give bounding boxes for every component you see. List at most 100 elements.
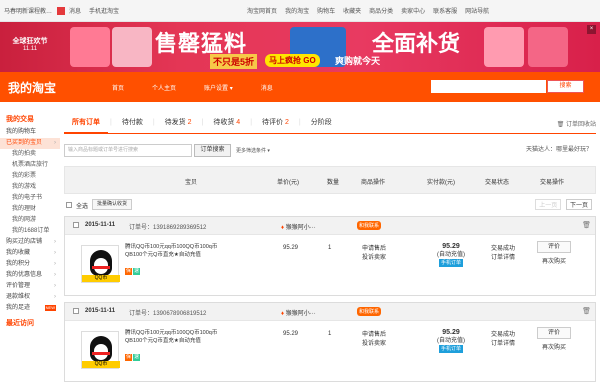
- topbar-categories[interactable]: 商品分类: [365, 6, 397, 15]
- sidebar-item[interactable]: 我的积分 ›: [0, 259, 60, 270]
- tab-pending-payment[interactable]: 待付款: [114, 112, 151, 134]
- shop-link[interactable]: ♦ 猴猴阿小···: [281, 222, 316, 231]
- order-date: 2015-11-11: [85, 222, 116, 228]
- tab-all-orders[interactable]: 所有订单: [64, 112, 108, 134]
- more-filters-link[interactable]: 更多筛选条件 ▾: [236, 147, 270, 154]
- next-page-button[interactable]: 下一页: [565, 199, 592, 210]
- quantity: 1: [328, 245, 332, 251]
- sidebar-item[interactable]: 退款维权 ›: [0, 292, 60, 303]
- banner-go-button[interactable]: 马上疯抢 GO: [265, 54, 320, 67]
- sidebar-item[interactable]: 我的优惠信息 ›: [0, 270, 60, 281]
- topbar-user[interactable]: 马春明新课程教…: [0, 6, 56, 15]
- guarantee-icon[interactable]: 保: [125, 268, 132, 275]
- product-title[interactable]: 腾讯QQ币100元qq币100QQ币100q币QB100个元Q币直充★自动充值: [125, 329, 221, 345]
- sidebar-item[interactable]: 我的电子书: [0, 193, 60, 204]
- order-search-button[interactable]: 订单搜索: [194, 144, 231, 157]
- sidebar-item[interactable]: 我的1688订单: [0, 226, 60, 237]
- shop-link[interactable]: ♦ 猴猴阿小···: [281, 308, 316, 317]
- topbar-home[interactable]: 淘宝网首页: [243, 6, 281, 15]
- pager: 上一页 下一页: [535, 199, 592, 210]
- topbar-cart[interactable]: 购物车: [313, 6, 339, 15]
- sidebar-item[interactable]: 已买到的宝贝 ›: [0, 138, 60, 149]
- order-search-input[interactable]: 输入商品标题或订单号进行搜索: [64, 144, 192, 157]
- chevron-right-icon: ›: [54, 239, 56, 245]
- sidebar-item[interactable]: 评价管理 ›: [0, 281, 60, 292]
- topbar-mobile[interactable]: 手机逛淘宝: [85, 6, 123, 15]
- thumbnail-tag: QQ币: [82, 275, 120, 282]
- delete-icon[interactable]: 🗑: [582, 307, 591, 315]
- sidebar-item[interactable]: 我的网游: [0, 215, 60, 226]
- sidebar-item[interactable]: 我的彩票: [0, 171, 60, 182]
- review-button[interactable]: 评价: [537, 241, 571, 253]
- sidebar-item[interactable]: 我的收藏 ›: [0, 248, 60, 259]
- tab-staged[interactable]: 分阶段: [303, 112, 340, 134]
- sidebar-item[interactable]: 我的购物车: [0, 127, 60, 138]
- complain-seller-link[interactable]: 投诉卖家: [362, 340, 386, 349]
- chat-button[interactable]: 和我联系: [357, 221, 382, 230]
- chevron-right-icon: ›: [54, 250, 56, 256]
- promo-banner[interactable]: 全球狂欢节 11.11 售罄猛料 不只是5折 马上疯抢 GO 爽购就今天 全面补…: [0, 22, 600, 72]
- delete-icon[interactable]: 🗑: [582, 221, 591, 229]
- nav-search-button[interactable]: 搜索: [547, 80, 584, 93]
- tab-pending-receipt[interactable]: 待收货 4: [205, 112, 248, 134]
- sidebar-item[interactable]: 购买过的店铺 ›: [0, 237, 60, 248]
- order-checkbox[interactable]: [73, 308, 79, 314]
- apply-after-sale-link[interactable]: 申请售后: [362, 245, 386, 254]
- topbar-favorites[interactable]: 收藏夹: [339, 6, 365, 15]
- header-status[interactable]: 交易状态: [485, 177, 509, 186]
- sidebar-item-label: 我的积分: [6, 261, 31, 267]
- topbar-messages[interactable]: 消息: [65, 6, 85, 15]
- sidebar-item-label: 机票酒店旅行: [12, 162, 49, 168]
- order-detail-link[interactable]: 订单详情: [481, 340, 525, 349]
- tmall-alert-link[interactable]: 天猫达人：哪里最好玩？: [526, 144, 592, 153]
- my-taobao-logo[interactable]: 我的淘宝: [0, 79, 112, 96]
- apply-after-sale-link[interactable]: 申请售后: [362, 331, 386, 340]
- tab-pending-shipment[interactable]: 待发货 2: [157, 112, 200, 134]
- tab-pending-review[interactable]: 待评价 2: [254, 112, 297, 134]
- sidebar-item[interactable]: 我的游戏: [0, 182, 60, 193]
- topbar-customer-service[interactable]: 联系客服: [429, 6, 461, 15]
- chat-button[interactable]: 和我联系: [357, 307, 382, 316]
- after-sale-links: 申请售后 投诉卖家: [362, 331, 386, 349]
- sidebar-item[interactable]: 机票酒店旅行: [0, 160, 60, 171]
- instant-icon[interactable]: 速: [133, 354, 140, 361]
- paid-amount: 95.29 (自动充值) 手机订单: [421, 329, 481, 353]
- complain-seller-link[interactable]: 投诉卖家: [362, 254, 386, 263]
- nav-search-input[interactable]: [431, 80, 546, 93]
- select-all-checkbox[interactable]: [66, 202, 72, 208]
- trash-icon: 🗑: [556, 122, 565, 128]
- nav-account-settings[interactable]: 账户设置: [204, 83, 233, 92]
- close-icon[interactable]: ×: [587, 25, 596, 34]
- sidebar-item-label: 我的理财: [12, 206, 37, 212]
- nav-profile[interactable]: 个人主页: [152, 83, 176, 92]
- selection-row: 全选 批量确认收货 上一页 下一页: [64, 198, 596, 212]
- product-title[interactable]: 腾讯QQ币100元qq币100QQ币100q币QB100个元Q币直充★自动充值: [125, 243, 221, 259]
- topbar-my-taobao[interactable]: 我的淘宝: [281, 6, 313, 15]
- buy-again-link[interactable]: 再次购买: [542, 259, 566, 265]
- order-checkbox[interactable]: [73, 222, 79, 228]
- header-price: 单价(元): [277, 180, 299, 186]
- bulk-confirm-button[interactable]: 批量确认收货: [92, 199, 133, 210]
- chevron-down-icon: ▾: [267, 148, 270, 154]
- sidebar-item[interactable]: 我的拍卖: [0, 149, 60, 160]
- guarantee-icon[interactable]: 保: [125, 354, 132, 361]
- product-thumbnail[interactable]: QQ币: [81, 331, 120, 369]
- sidebar-item[interactable]: 我的理财: [0, 204, 60, 215]
- order-date: 2015-11-11: [85, 308, 116, 314]
- order-detail-link[interactable]: 订单详情: [481, 254, 525, 263]
- nav-home[interactable]: 首页: [112, 83, 124, 92]
- nav-messages[interactable]: 消息: [261, 83, 273, 92]
- buy-again-link[interactable]: 再次购买: [542, 345, 566, 351]
- prev-page-button[interactable]: 上一页: [535, 199, 562, 210]
- topbar-site-nav[interactable]: 网站导航: [461, 6, 493, 15]
- order-trash-link[interactable]: 🗑 订单回收站: [557, 119, 596, 128]
- product-thumbnail[interactable]: QQ币: [81, 245, 120, 283]
- sidebar-item-label: 退款维权: [6, 294, 31, 300]
- status-text: 交易成功: [490, 246, 515, 252]
- sidebar-item[interactable]: 我的足迹 NEW: [0, 303, 60, 314]
- topbar-seller-center[interactable]: 卖家中心: [397, 6, 429, 15]
- chevron-right-icon: ›: [54, 294, 56, 300]
- instant-icon[interactable]: 速: [133, 268, 140, 275]
- after-sale-links: 申请售后 投诉卖家: [362, 245, 386, 263]
- review-button[interactable]: 评价: [537, 327, 571, 339]
